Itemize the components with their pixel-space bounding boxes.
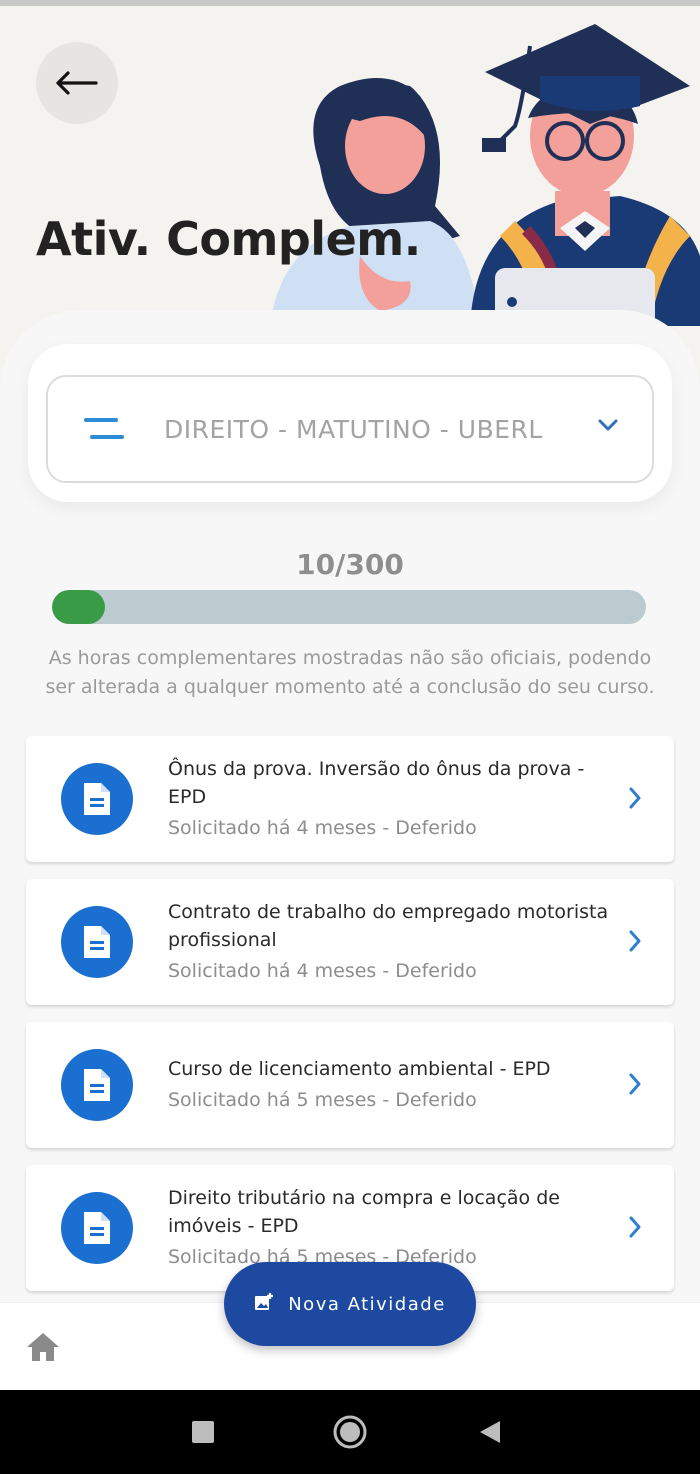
activity-status: Solicitado há 4 meses - Deferido bbox=[168, 817, 477, 839]
chevron-right-icon bbox=[628, 1072, 642, 1100]
activity-card[interactable]: Contrato de trabalho do empregado motori… bbox=[26, 879, 674, 1005]
graduation-illustration bbox=[270, 24, 700, 326]
home-icon[interactable] bbox=[26, 1331, 60, 1367]
document-icon bbox=[61, 763, 133, 835]
new-activity-label: Nova Atividade bbox=[288, 1293, 446, 1315]
filter-lines-icon bbox=[84, 414, 128, 444]
header: Ativ. Complem. bbox=[0, 6, 700, 326]
progress-bar-fill bbox=[52, 590, 106, 624]
chevron-right-icon bbox=[628, 929, 642, 957]
activity-status: Solicitado há 4 meses - Deferido bbox=[168, 960, 477, 982]
progress-count: 10/300 bbox=[296, 548, 404, 581]
chevron-right-icon bbox=[628, 1215, 642, 1243]
new-activity-button[interactable]: Nova Atividade bbox=[224, 1262, 476, 1346]
course-select-value: DIREITO - MATUTINO - UBERL bbox=[164, 414, 543, 444]
home-circle-icon[interactable] bbox=[332, 1414, 368, 1454]
activity-title: Contrato de trabalho do empregado motori… bbox=[168, 901, 609, 951]
activity-title: Ônus da prova. Inversão do ônus da prova… bbox=[168, 758, 585, 808]
back-button[interactable] bbox=[36, 42, 118, 124]
activity-card[interactable]: Curso de licenciamento ambiental - EPD S… bbox=[26, 1022, 674, 1148]
activity-status: Solicitado há 5 meses - Deferido bbox=[168, 1089, 477, 1111]
page-title: Ativ. Complem. bbox=[36, 212, 421, 266]
arrow-left-icon bbox=[56, 71, 98, 95]
course-select[interactable]: DIREITO - MATUTINO - UBERL bbox=[46, 375, 654, 483]
back-triangle-icon[interactable] bbox=[478, 1420, 502, 1448]
system-navigation-bar bbox=[0, 1390, 700, 1474]
activity-card[interactable]: Ônus da prova. Inversão do ônus da prova… bbox=[26, 736, 674, 862]
document-icon bbox=[61, 1192, 133, 1264]
add-photo-icon bbox=[254, 1292, 274, 1316]
progress-bar bbox=[52, 590, 646, 624]
document-icon bbox=[61, 906, 133, 978]
disclaimer-text: As horas complementares mostradas não sã… bbox=[45, 647, 655, 698]
document-icon bbox=[61, 1049, 133, 1121]
recents-icon[interactable] bbox=[191, 1420, 215, 1448]
chevron-down-icon bbox=[598, 417, 618, 436]
activity-title: Direito tributário na compra e locação d… bbox=[168, 1187, 560, 1237]
activity-title: Curso de licenciamento ambiental - EPD bbox=[168, 1058, 551, 1080]
chevron-right-icon bbox=[628, 786, 642, 814]
activity-list: Ônus da prova. Inversão do ônus da prova… bbox=[26, 736, 674, 1308]
